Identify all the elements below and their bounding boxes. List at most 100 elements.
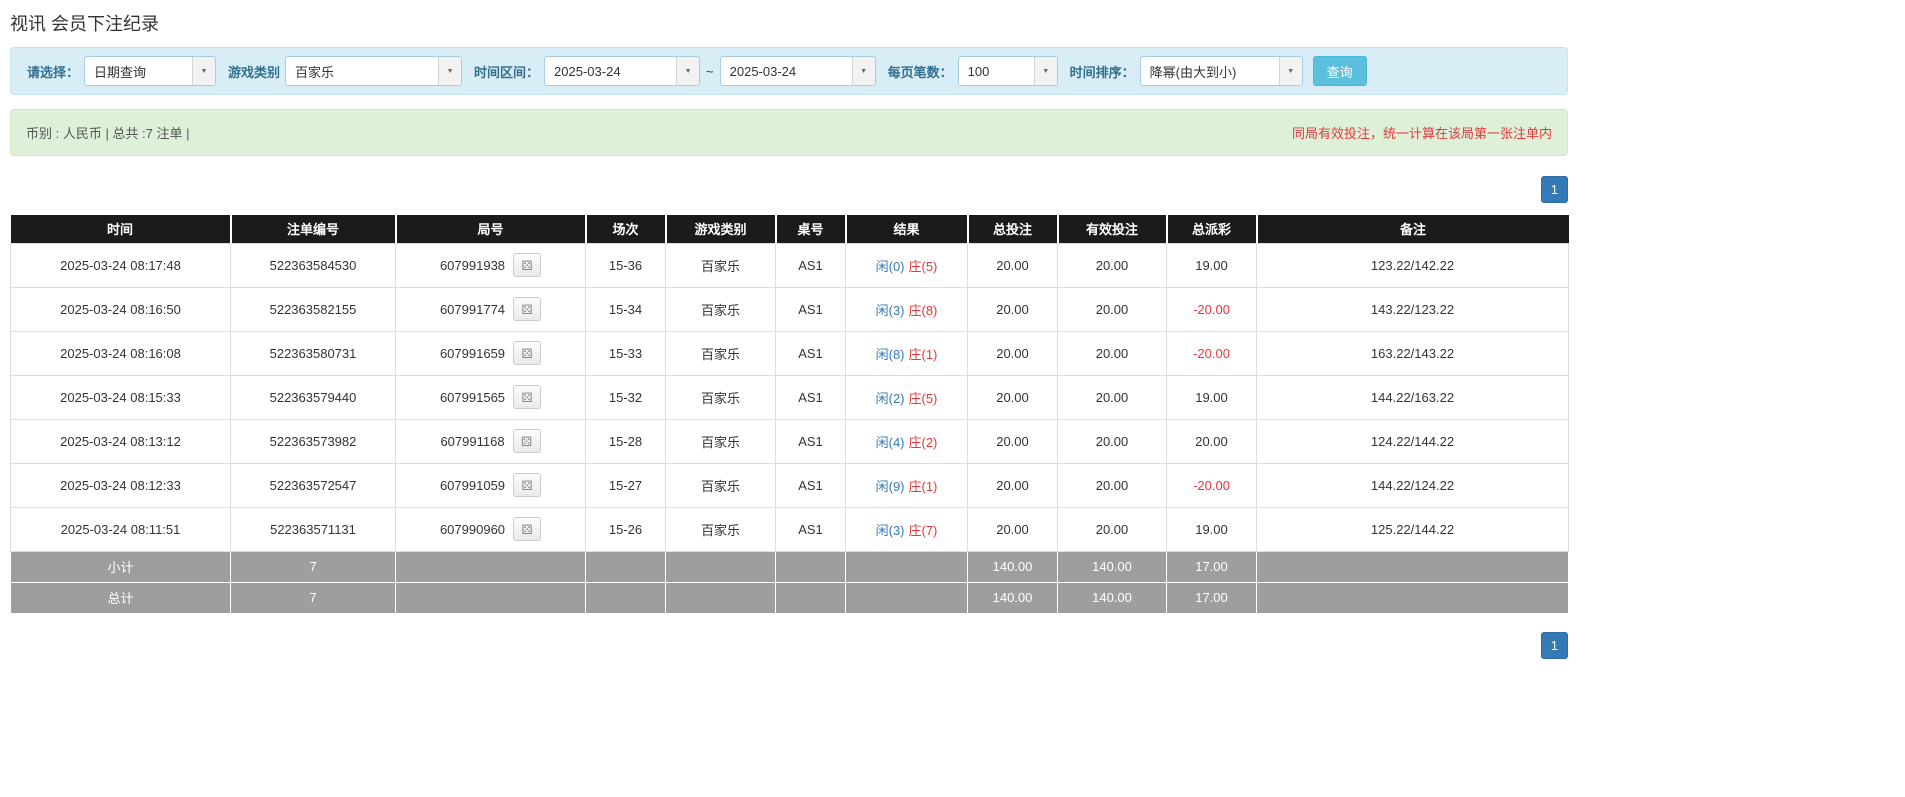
cell-time: 2025-03-24 08:11:51 — [10, 506, 231, 552]
cell-bet-id: 522363571131 — [230, 506, 396, 552]
table-row: 2025-03-24 08:13:12 522363573982 6079911… — [10, 418, 1569, 464]
cell-payout: 20.00 — [1166, 418, 1257, 464]
cell-round-id: 607991938 ⚄ — [395, 242, 586, 288]
cell-game-type: 百家乐 — [665, 418, 776, 464]
cell-valid-bet: 20.00 — [1057, 374, 1167, 420]
round-detail-button[interactable]: ⚄ — [513, 473, 542, 497]
cell-payout: 19.00 — [1166, 242, 1257, 288]
cell-game-type: 百家乐 — [665, 330, 776, 376]
round-detail-button[interactable]: ⚄ — [513, 253, 542, 277]
chevron-down-icon[interactable]: ▼ — [192, 57, 216, 85]
round-id-text: 607991059 — [439, 477, 506, 493]
game-type-select[interactable]: 百家乐 ▼ — [285, 56, 463, 86]
cell-session: 15-26 — [585, 506, 666, 552]
result-banker: 庄(7) — [908, 522, 938, 538]
cell-bet-id: 522363584530 — [230, 242, 396, 288]
result-player: 闲(9) — [875, 478, 905, 494]
game-result-icon: ⚄ — [521, 257, 533, 273]
cell-result: 闲(3) 庄(8) — [845, 286, 968, 332]
cell-bet-id: 522363580731 — [230, 330, 396, 376]
summary-empty-cell — [395, 550, 586, 583]
cell-bet-id: 522363572547 — [230, 462, 396, 508]
header-remark: 备注 — [1255, 215, 1569, 243]
cell-total-bet[interactable]: 20.00 — [967, 418, 1058, 464]
cell-session: 15-33 — [585, 330, 666, 376]
result-player: 闲(8) — [875, 346, 905, 362]
cell-session: 15-28 — [585, 418, 666, 464]
summary-bar: 币别 : 人民币 | 总共 :7 注单 | 同局有效投注，统一计算在该局第一张注… — [10, 109, 1568, 156]
header-payout: 总派彩 — [1165, 215, 1257, 243]
round-detail-button[interactable]: ⚄ — [512, 429, 541, 453]
cell-result: 闲(4) 庄(2) — [845, 418, 968, 464]
query-type-value: 日期查询 — [94, 64, 147, 80]
cell-table-no: AS1 — [775, 286, 846, 332]
cell-game-type: 百家乐 — [665, 462, 776, 508]
cell-total-bet[interactable]: 20.00 — [967, 330, 1058, 376]
round-id-text: 607991938 — [439, 257, 506, 273]
cell-time: 2025-03-24 08:12:33 — [10, 462, 231, 508]
grand-total-label: 总计 — [10, 581, 231, 614]
summary-empty-cell — [845, 550, 968, 583]
chevron-down-icon[interactable]: ▼ — [1033, 57, 1057, 85]
query-type-label: 请选择： — [27, 64, 80, 80]
chevron-down-icon[interactable]: ▼ — [851, 57, 875, 85]
game-result-icon: ⚄ — [521, 521, 533, 537]
cell-payout: -20.00 — [1166, 462, 1257, 508]
sort-select[interactable]: 降幂(由大到小) ▼ — [1139, 56, 1303, 86]
page-size-label: 每页笔数： — [887, 64, 953, 80]
round-detail-button[interactable]: ⚄ — [513, 297, 542, 321]
page-container: 视讯 会员下注纪录 请选择： 日期查询 ▼ 游戏类别 百家乐 ▼ 时间区间： 2… — [10, 0, 1569, 659]
page-title: 视讯 会员下注纪录 — [10, 14, 160, 34]
summary-empty-cell — [1256, 581, 1569, 614]
cell-payout: 19.00 — [1166, 374, 1257, 420]
cell-game-type: 百家乐 — [665, 242, 776, 288]
page-size-select[interactable]: 100 ▼ — [957, 56, 1058, 86]
cell-remark: 124.22/144.22 — [1256, 418, 1569, 464]
grand-total-row: 总计 7 140.00 140.00 17.00 — [10, 581, 1569, 614]
game-type-label: 游戏类别 — [228, 64, 281, 80]
game-result-icon: ⚄ — [521, 301, 533, 317]
currency-total-text: 币别 : 人民币 | 总共 :7 注单 | — [26, 126, 190, 141]
date-range-label: 时间区间： — [474, 64, 540, 80]
round-detail-button[interactable]: ⚄ — [513, 341, 542, 365]
query-type-select[interactable]: 日期查询 ▼ — [84, 56, 217, 86]
cell-total-bet[interactable]: 20.00 — [967, 462, 1058, 508]
chevron-down-icon[interactable]: ▼ — [438, 57, 462, 85]
table-row: 2025-03-24 08:17:48 522363584530 6079919… — [10, 242, 1569, 288]
cell-result: 闲(9) 庄(1) — [845, 462, 968, 508]
query-button[interactable]: 查询 — [1312, 56, 1367, 86]
cell-total-bet[interactable]: 20.00 — [967, 286, 1058, 332]
grand-total-count: 7 — [230, 581, 396, 614]
header-table-no: 桌号 — [774, 215, 846, 243]
summary-empty-cell — [845, 581, 968, 614]
page-1-button[interactable]: 1 — [1540, 176, 1568, 203]
cell-valid-bet: 20.00 — [1057, 286, 1167, 332]
cell-total-bet[interactable]: 20.00 — [967, 374, 1058, 420]
cell-bet-id: 522363582155 — [230, 286, 396, 332]
round-detail-button[interactable]: ⚄ — [513, 517, 542, 541]
game-result-icon: ⚄ — [521, 345, 533, 361]
cell-table-no: AS1 — [775, 418, 846, 464]
summary-empty-cell — [1256, 550, 1569, 583]
filter-bar: 请选择： 日期查询 ▼ 游戏类别 百家乐 ▼ 时间区间： 2025-03-24 … — [10, 47, 1568, 95]
cell-table-no: AS1 — [775, 506, 846, 552]
page-1-button[interactable]: 1 — [1540, 631, 1568, 659]
sort-label: 时间排序： — [1069, 64, 1135, 80]
date-from-input[interactable]: 2025-03-24 ▼ — [544, 56, 701, 86]
chevron-down-icon[interactable]: ▼ — [1278, 57, 1302, 85]
header-session: 场次 — [584, 215, 666, 243]
cell-total-bet[interactable]: 20.00 — [967, 242, 1058, 288]
cell-remark: 163.22/143.22 — [1256, 330, 1569, 376]
cell-valid-bet: 20.00 — [1057, 418, 1167, 464]
chevron-down-icon[interactable]: ▼ — [676, 57, 700, 85]
header-bet-id: 注单编号 — [229, 215, 396, 243]
cell-total-bet[interactable]: 20.00 — [967, 506, 1058, 552]
cell-result: 闲(8) 庄(1) — [845, 330, 968, 376]
result-player: 闲(3) — [875, 302, 905, 318]
table-row: 2025-03-24 08:16:50 522363582155 6079917… — [10, 286, 1569, 332]
date-to-input[interactable]: 2025-03-24 ▼ — [719, 56, 876, 86]
round-detail-button[interactable]: ⚄ — [513, 385, 542, 409]
cell-time: 2025-03-24 08:13:12 — [10, 418, 231, 464]
cell-table-no: AS1 — [775, 330, 846, 376]
date-range-separator: ~ — [706, 63, 714, 79]
